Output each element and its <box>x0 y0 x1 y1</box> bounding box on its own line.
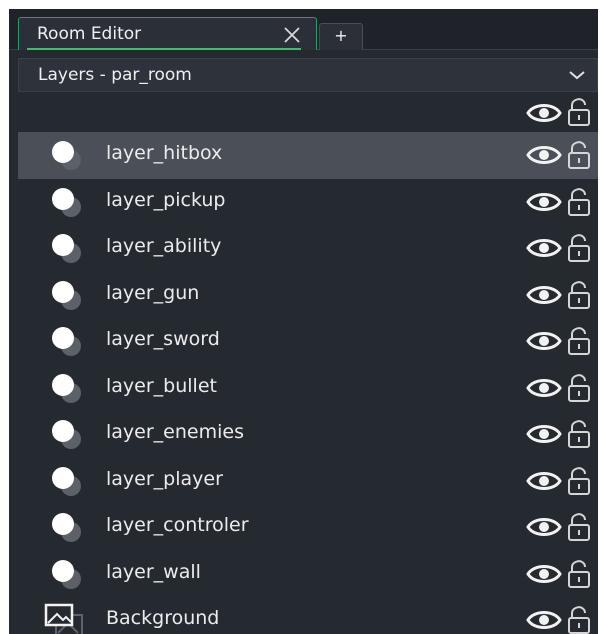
tab-bar: Room Editor + <box>9 9 598 50</box>
unlocked-lock-icon[interactable] <box>566 280 592 310</box>
chevron-down-icon <box>569 71 585 80</box>
eye-icon[interactable] <box>526 282 562 308</box>
unlocked-lock-icon[interactable] <box>566 559 592 589</box>
layer-row[interactable]: Background <box>18 597 598 634</box>
layer-row[interactable]: layer_bullet <box>18 365 598 412</box>
layer-name: layer_sword <box>106 328 220 350</box>
unlocked-lock-icon[interactable] <box>566 140 592 170</box>
eye-icon[interactable] <box>526 561 562 587</box>
room-editor-window: Room Editor + Layers - par_room layer_hi… <box>9 9 598 634</box>
layer-name: layer_wall <box>106 560 201 583</box>
unlocked-lock-icon[interactable] <box>566 419 592 449</box>
eye-icon[interactable] <box>526 189 562 215</box>
layer-name: layer_ability <box>106 235 222 257</box>
eye-icon[interactable] <box>526 421 562 447</box>
layer-name: layer_hitbox <box>106 142 223 164</box>
instance-layer-icon <box>52 559 81 589</box>
layer-row[interactable]: layer_wall <box>18 551 598 598</box>
dropdown-label: Layers - par_room <box>38 65 192 85</box>
unlocked-lock-icon[interactable] <box>566 187 592 217</box>
eye-icon[interactable] <box>526 100 562 126</box>
layer-name: layer_enemies <box>106 421 244 443</box>
unlocked-lock-icon[interactable] <box>566 512 592 542</box>
layer-name: layer_pickup <box>106 188 226 211</box>
layer-row[interactable]: layer_controler <box>18 504 598 551</box>
instance-layer-icon <box>52 327 81 356</box>
layers-dropdown[interactable]: Layers - par_room <box>18 58 598 92</box>
close-icon[interactable] <box>281 24 303 46</box>
tab-active-indicator <box>27 48 301 50</box>
add-tab-button[interactable]: + <box>319 23 363 50</box>
instance-layer-icon <box>52 280 81 310</box>
eye-icon[interactable] <box>526 468 562 494</box>
layer-name: layer_controler <box>106 514 249 536</box>
instance-layer-icon <box>52 513 81 542</box>
layer-name: layer_gun <box>106 281 200 304</box>
layer-row[interactable]: layer_enemies <box>18 411 598 458</box>
instance-layer-icon <box>52 187 81 217</box>
eye-icon[interactable] <box>526 375 562 401</box>
unlocked-lock-icon[interactable] <box>566 233 592 263</box>
instance-layer-icon <box>52 234 81 263</box>
layer-list-header <box>9 95 598 131</box>
eye-icon[interactable] <box>526 142 562 168</box>
layer-name: Background <box>106 607 220 629</box>
layer-row[interactable]: layer_hitbox <box>18 132 598 179</box>
layer-row[interactable]: layer_ability <box>18 225 598 272</box>
instance-layer-icon <box>52 420 81 449</box>
unlocked-lock-icon[interactable] <box>566 605 592 634</box>
background-layer-icon <box>44 603 83 634</box>
eye-icon[interactable] <box>526 607 562 633</box>
tab-label: Room Editor <box>37 24 142 44</box>
unlocked-lock-icon[interactable] <box>566 326 592 356</box>
layer-row[interactable]: layer_pickup <box>18 179 598 226</box>
layer-name: layer_bullet <box>106 374 217 397</box>
layer-row[interactable]: layer_sword <box>18 318 598 365</box>
layer-row[interactable]: layer_player <box>18 458 598 505</box>
eye-icon[interactable] <box>526 514 562 540</box>
layer-name: layer_player <box>106 467 223 490</box>
eye-icon[interactable] <box>526 328 562 354</box>
tab-room-editor[interactable]: Room Editor <box>18 17 317 50</box>
instance-layer-icon <box>52 466 81 496</box>
unlocked-lock-icon[interactable] <box>566 466 592 496</box>
unlocked-lock-icon[interactable] <box>566 373 592 403</box>
unlocked-lock-icon[interactable] <box>566 97 592 127</box>
eye-icon[interactable] <box>526 235 562 261</box>
layer-row[interactable]: layer_gun <box>18 272 598 319</box>
layer-list: layer_hitbox layer_pickup layer_ability … <box>18 132 598 634</box>
instance-layer-icon <box>52 373 81 403</box>
instance-layer-icon <box>52 141 81 170</box>
